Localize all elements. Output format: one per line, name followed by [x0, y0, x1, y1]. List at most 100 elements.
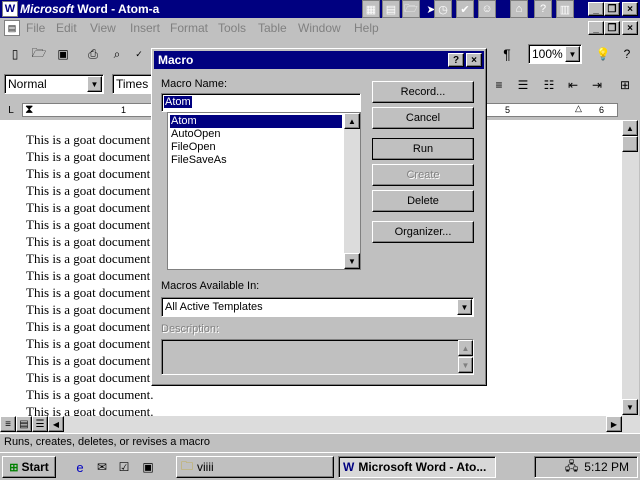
- task-word[interactable]: W Microsoft Word - Ato...: [338, 456, 496, 478]
- list-scrollbar[interactable]: ▲ ▼: [344, 113, 360, 269]
- clock-icon[interactable]: ◷: [434, 0, 452, 18]
- menu-view[interactable]: View: [90, 21, 116, 35]
- doc-line[interactable]: This is a goat document.: [26, 302, 153, 318]
- delete-button[interactable]: Delete: [372, 190, 474, 212]
- menu-window[interactable]: Window: [298, 21, 341, 35]
- menu-help[interactable]: Help: [354, 21, 379, 35]
- normal-view-icon[interactable]: ≡: [0, 416, 16, 432]
- list-item[interactable]: Atom: [170, 115, 342, 128]
- dialog-title-bar[interactable]: Macro ? ×: [154, 51, 484, 69]
- menu-format[interactable]: Format: [170, 21, 208, 35]
- scroll-right-icon[interactable]: ▶: [606, 416, 622, 432]
- task-folder[interactable]: 🗀 viiii: [176, 456, 334, 478]
- doc-line[interactable]: This is a goat document.: [26, 234, 153, 250]
- run-button[interactable]: Run: [372, 138, 474, 160]
- clock[interactable]: 5:12 PM: [584, 460, 629, 474]
- scroll-thumb[interactable]: [622, 136, 638, 152]
- horizontal-scrollbar[interactable]: ≡ ▤ ☰ ◀ ▶: [0, 416, 640, 433]
- dialog-close-button[interactable]: ×: [466, 53, 482, 67]
- vertical-scrollbar[interactable]: ▲ ▼: [622, 120, 639, 416]
- doc-line[interactable]: This is a goat document.: [26, 285, 153, 301]
- doc-line[interactable]: This is a goat document.: [26, 370, 153, 386]
- tab-stop-icon[interactable]: L: [4, 103, 18, 117]
- book-icon[interactable]: ▥: [556, 0, 574, 18]
- tray-network-icon[interactable]: 🖧: [565, 457, 578, 478]
- doc-line[interactable]: This is a goat document.: [26, 404, 153, 416]
- document-icon[interactable]: ▤: [4, 20, 20, 36]
- desktop-icon[interactable]: ▣: [140, 459, 156, 475]
- chevron-down-icon[interactable]: ▼: [565, 46, 580, 62]
- outline-view-icon[interactable]: ☰: [32, 416, 48, 432]
- contact-icon[interactable]: ☺: [478, 0, 496, 18]
- new-icon[interactable]: ▯: [4, 43, 26, 65]
- show-hide-icon[interactable]: ¶: [496, 43, 518, 65]
- decrease-indent-icon[interactable]: ⇤: [562, 74, 584, 96]
- help-pointer-icon[interactable]: ?: [616, 43, 638, 65]
- available-in-select[interactable]: All Active Templates ▼: [161, 297, 474, 317]
- doc-minimize-button[interactable]: _: [588, 21, 604, 35]
- start-button[interactable]: ⊞ Start: [2, 456, 56, 478]
- doc-line[interactable]: This is a goat document.: [26, 166, 153, 182]
- zoom-combo[interactable]: 100% ▼: [528, 44, 582, 64]
- bullets-icon[interactable]: ☷: [538, 74, 560, 96]
- doc-line[interactable]: This is a goat document.: [26, 217, 153, 233]
- doc-line[interactable]: This is a goat document.: [26, 336, 153, 352]
- doc-line[interactable]: This is a goat document.: [26, 353, 153, 369]
- menu-edit[interactable]: Edit: [56, 21, 77, 35]
- list-item[interactable]: AutoOpen: [170, 128, 342, 141]
- scroll-up-icon[interactable]: ▲: [622, 120, 638, 136]
- numbering-icon[interactable]: ☰: [512, 74, 534, 96]
- doc-line[interactable]: This is a goat document.: [26, 183, 153, 199]
- borders-icon[interactable]: ⊞: [614, 74, 636, 96]
- list-item[interactable]: FileSaveAs: [170, 154, 342, 167]
- print-preview-icon[interactable]: ⌕: [106, 43, 128, 65]
- indent-marker-icon[interactable]: ⧗: [25, 102, 33, 117]
- dialog-help-button[interactable]: ?: [448, 53, 464, 67]
- list-item[interactable]: FileOpen: [170, 141, 342, 154]
- network-icon[interactable]: ⌂: [510, 0, 528, 18]
- new-doc-icon[interactable]: ▤: [382, 0, 400, 18]
- doc-line[interactable]: This is a goat document.: [26, 387, 153, 403]
- doc-line[interactable]: This is a goat document.: [26, 200, 153, 216]
- scroll-up-icon[interactable]: ▲: [344, 113, 360, 129]
- macro-name-input[interactable]: Atom: [161, 93, 361, 112]
- doc-line[interactable]: This is a goat document.: [26, 268, 153, 284]
- doc-close-button[interactable]: ×: [622, 21, 638, 35]
- record-button[interactable]: Record...: [372, 81, 474, 103]
- tip-wizard-icon[interactable]: 💡: [592, 43, 614, 65]
- channels-icon[interactable]: ☑: [116, 459, 132, 475]
- align-justify-icon[interactable]: ≡: [488, 74, 510, 96]
- menu-table[interactable]: Table: [258, 21, 287, 35]
- organizer-button[interactable]: Organizer...: [372, 221, 474, 243]
- doc-line[interactable]: This is a goat document.: [26, 319, 153, 335]
- menu-insert[interactable]: Insert: [130, 21, 160, 35]
- doc-line[interactable]: This is a goat document.: [26, 132, 153, 148]
- internet-explorer-icon[interactable]: e: [72, 459, 88, 475]
- cancel-button[interactable]: Cancel: [372, 107, 474, 129]
- print-icon[interactable]: ⎙: [82, 43, 104, 65]
- chevron-down-icon[interactable]: ▼: [457, 299, 472, 315]
- increase-indent-icon[interactable]: ⇥: [586, 74, 608, 96]
- menu-file[interactable]: File: [26, 21, 45, 35]
- minimize-button[interactable]: _: [588, 2, 604, 16]
- right-indent-icon[interactable]: △: [575, 103, 582, 114]
- spelling-icon[interactable]: ✓: [128, 43, 150, 65]
- restore-button[interactable]: ❐: [604, 2, 620, 16]
- mail-icon[interactable]: ✉: [94, 459, 110, 475]
- close-button[interactable]: ×: [622, 2, 638, 16]
- doc-line[interactable]: This is a goat document.: [26, 149, 153, 165]
- style-combo[interactable]: Normal ▼: [4, 74, 104, 94]
- page-layout-view-icon[interactable]: ▤: [16, 416, 32, 432]
- chevron-down-icon[interactable]: ▼: [87, 76, 102, 92]
- doc-restore-button[interactable]: ❐: [604, 21, 620, 35]
- open-icon[interactable]: 🗁: [28, 43, 50, 65]
- save-icon[interactable]: ▣: [52, 43, 74, 65]
- word-app-icon[interactable]: W: [2, 1, 18, 17]
- doc-line[interactable]: This is a goat document.: [26, 251, 153, 267]
- task-check-icon[interactable]: ✔: [456, 0, 474, 18]
- open-folder-icon[interactable]: 🗁: [402, 0, 420, 18]
- macro-list[interactable]: Atom AutoOpen FileOpen FileSaveAs ▲ ▼: [167, 112, 361, 270]
- menu-tools[interactable]: Tools: [218, 21, 246, 35]
- scroll-down-icon[interactable]: ▼: [344, 253, 360, 269]
- scroll-down-icon[interactable]: ▼: [622, 399, 638, 415]
